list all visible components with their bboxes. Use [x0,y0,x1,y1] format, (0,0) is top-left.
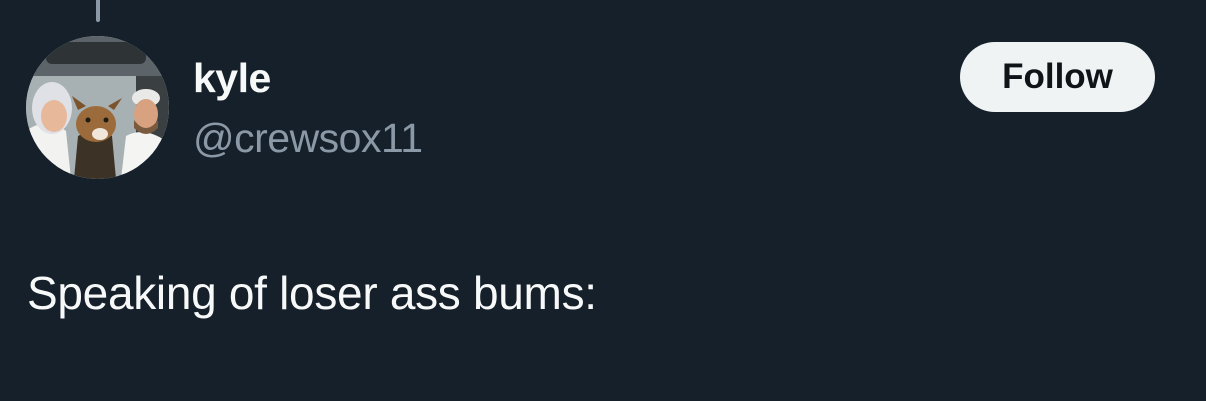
avatar-photo [26,36,169,179]
tweet-text: Speaking of loser ass bums: [27,267,597,319]
author-display-name[interactable]: kyle [193,53,271,103]
follow-button[interactable]: Follow [960,42,1155,112]
avatar[interactable] [26,36,169,179]
author-handle[interactable]: @crewsox11 [193,113,423,163]
thread-connector-line [96,0,100,22]
